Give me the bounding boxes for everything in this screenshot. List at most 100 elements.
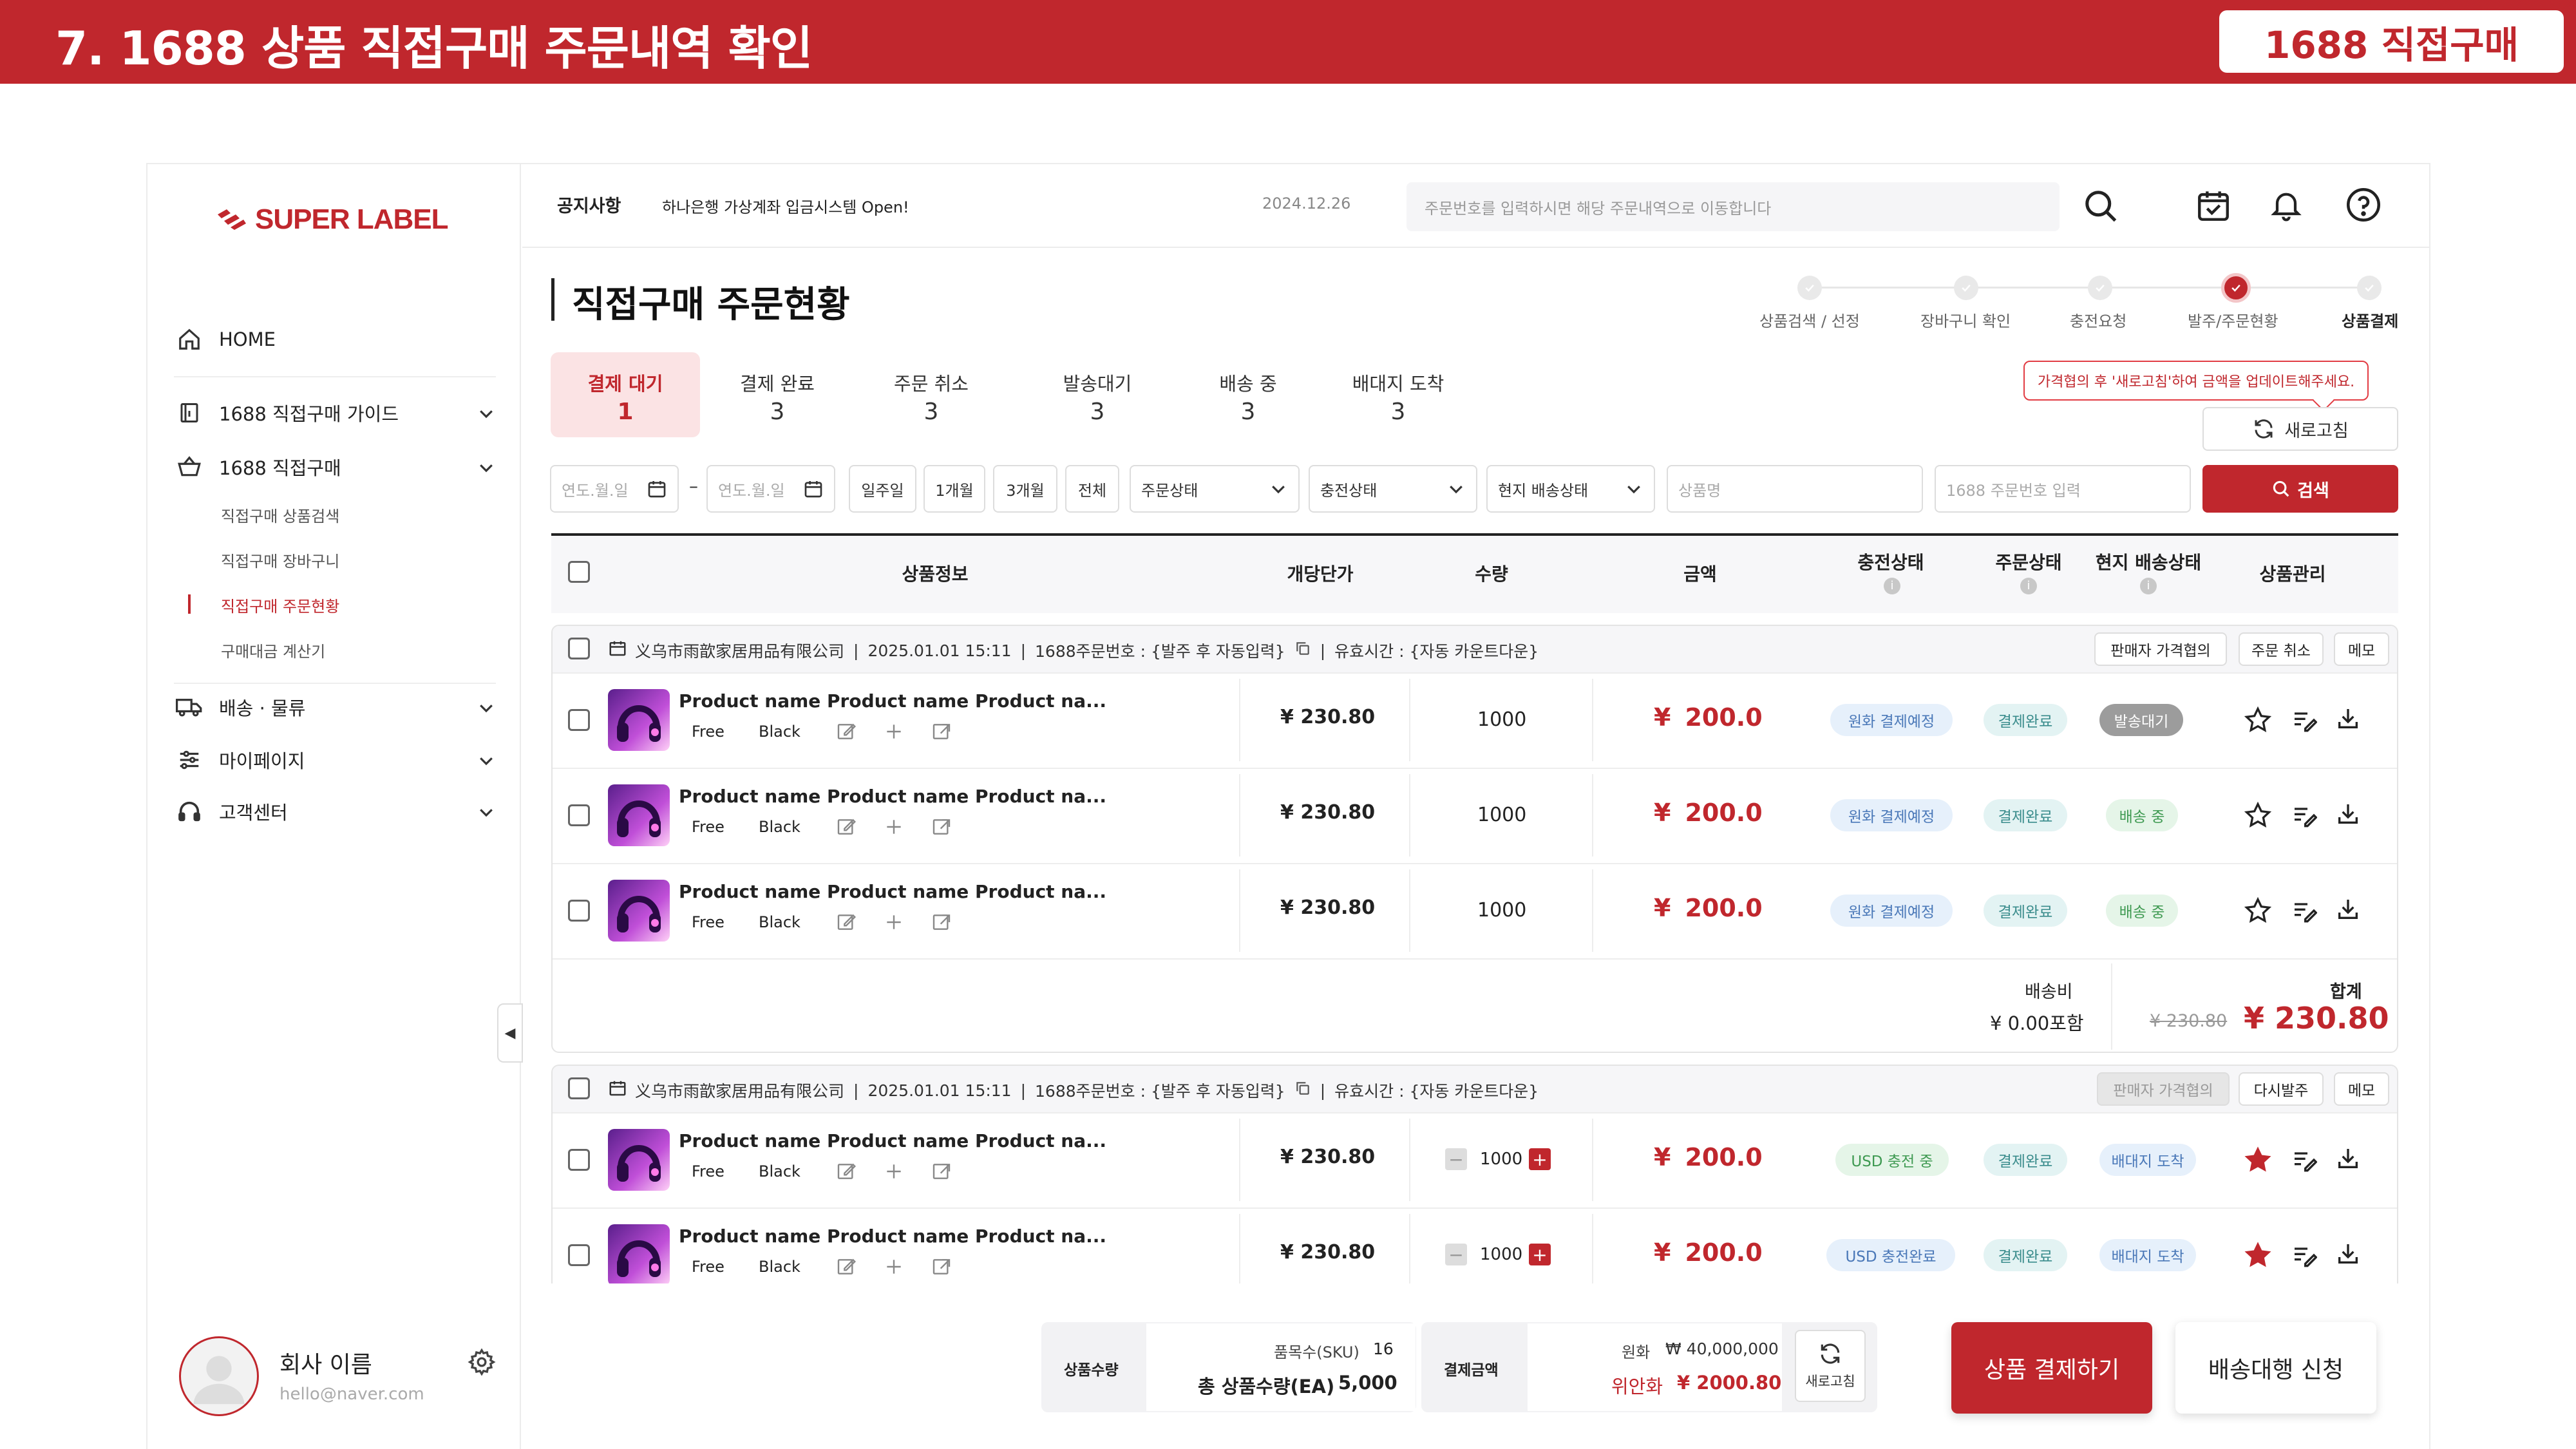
memo-edit-icon[interactable]	[2291, 707, 2318, 735]
star-filled-icon[interactable]	[2244, 1146, 2272, 1177]
star-icon[interactable]	[2244, 801, 2272, 832]
shipping-request-button[interactable]: 배송대행 신청	[2175, 1322, 2376, 1414]
local-shipping-select[interactable]: 현지 배송상태	[1486, 465, 1655, 513]
tab-order-cancel[interactable]: 주문 취소 3	[857, 352, 1006, 437]
tab-payment-pending[interactable]: 결제 대기 1	[551, 352, 700, 437]
product-name[interactable]: Product name Product name Product na...	[679, 786, 1106, 807]
product-thumbnail[interactable]	[608, 1224, 670, 1283]
product-name[interactable]: Product name Product name Product na...	[679, 1226, 1106, 1247]
group-checkbox[interactable]	[568, 638, 590, 659]
supplier-name[interactable]: 义乌市雨歆家居用品有限公司	[635, 1079, 844, 1102]
quantity-decrease-button[interactable]: −	[1445, 1244, 1467, 1265]
download-icon[interactable]	[2335, 896, 2361, 925]
product-name[interactable]: Product name Product name Product na...	[679, 690, 1106, 712]
add-icon[interactable]	[884, 817, 904, 840]
search-icon[interactable]	[2081, 187, 2120, 228]
sidebar-item-guide[interactable]: 1688 직접구매 가이드	[174, 393, 496, 432]
range-1month-button[interactable]: 1개월	[923, 465, 985, 513]
logo[interactable]: SUPER LABEL	[215, 204, 448, 236]
info-icon[interactable]: i	[2140, 578, 2157, 594]
chevron-down-icon[interactable]	[477, 404, 496, 428]
edit-icon[interactable]	[836, 721, 857, 744]
memo-button[interactable]: 메모	[2334, 632, 2389, 666]
sidebar-collapse-button[interactable]: ◀	[497, 1003, 523, 1063]
payment-refresh-button[interactable]: 새로고침	[1795, 1330, 1866, 1402]
refresh-button[interactable]: 새로고침	[2202, 407, 2398, 451]
row-checkbox[interactable]	[568, 709, 590, 731]
download-icon[interactable]	[2335, 1241, 2361, 1269]
product-name[interactable]: Product name Product name Product na...	[679, 1130, 1106, 1151]
reorder-button[interactable]: 다시발주	[2239, 1072, 2324, 1106]
range-all-button[interactable]: 전체	[1065, 465, 1119, 513]
star-filled-icon[interactable]	[2244, 1241, 2272, 1272]
sidebar-subitem-order-status[interactable]: 직접구매 주문현황	[221, 594, 339, 616]
memo-edit-icon[interactable]	[2291, 1147, 2318, 1175]
memo-edit-icon[interactable]	[2291, 1242, 2318, 1271]
external-link-icon[interactable]	[931, 1161, 952, 1184]
chevron-down-icon[interactable]	[477, 698, 496, 722]
sidebar-item-support[interactable]: 고객센터	[174, 792, 496, 831]
sidebar-subitem-calculator[interactable]: 구매대금 계산기	[221, 639, 325, 661]
group-checkbox[interactable]	[568, 1077, 590, 1099]
row-checkbox[interactable]	[568, 1149, 590, 1171]
sidebar-item-mypage[interactable]: 마이페이지	[174, 741, 496, 779]
order-cancel-button[interactable]: 주문 취소	[2239, 632, 2324, 666]
charge-status-select[interactable]: 충전상태	[1309, 465, 1477, 513]
gear-icon[interactable]	[468, 1348, 496, 1379]
download-icon[interactable]	[2335, 801, 2361, 829]
sidebar-subitem-search[interactable]: 직접구매 상품검색	[221, 504, 339, 526]
notice-text[interactable]: 하나은행 가상계좌 입금시스템 Open!	[662, 194, 909, 217]
star-icon[interactable]	[2244, 896, 2272, 927]
edit-icon[interactable]	[836, 1161, 857, 1184]
add-icon[interactable]	[884, 912, 904, 935]
tab-payment-complete[interactable]: 결제 완료 3	[703, 352, 852, 437]
price-negotiation-button[interactable]: 판매자 가격협의	[2094, 632, 2227, 666]
pay-button[interactable]: 상품 결제하기	[1951, 1322, 2152, 1414]
row-checkbox[interactable]	[568, 1244, 590, 1266]
row-checkbox[interactable]	[568, 900, 590, 922]
quantity-stepper-value[interactable]: 1000	[1480, 1150, 1522, 1169]
edit-icon[interactable]	[836, 817, 857, 840]
edit-icon[interactable]	[836, 1256, 857, 1280]
start-date-input[interactable]: 연도.월.일	[550, 465, 679, 513]
sidebar-item-shipping[interactable]: 배송 · 물류	[174, 688, 496, 726]
edit-icon[interactable]	[836, 912, 857, 935]
memo-edit-icon[interactable]	[2291, 802, 2318, 831]
product-thumbnail[interactable]	[608, 784, 670, 846]
product-thumbnail[interactable]	[608, 1129, 670, 1191]
memo-button[interactable]: 메모	[2334, 1072, 2389, 1106]
download-icon[interactable]	[2335, 1146, 2361, 1174]
info-icon[interactable]: i	[2020, 578, 2037, 594]
add-icon[interactable]	[884, 1161, 904, 1184]
product-name[interactable]: Product name Product name Product na...	[679, 881, 1106, 902]
help-icon[interactable]	[2344, 185, 2383, 227]
chevron-down-icon[interactable]	[477, 802, 496, 826]
info-icon[interactable]: i	[1884, 578, 1900, 594]
supplier-name[interactable]: 义乌市雨歆家居用品有限公司	[635, 639, 844, 662]
avatar[interactable]	[179, 1336, 259, 1416]
copy-icon[interactable]	[1294, 640, 1311, 661]
row-checkbox[interactable]	[568, 804, 590, 826]
order-search-input[interactable]: 주문번호를 입력하시면 해당 주문내역으로 이동합니다	[1406, 182, 2060, 231]
external-link-icon[interactable]	[931, 1256, 952, 1280]
external-link-icon[interactable]	[931, 721, 952, 744]
end-date-input[interactable]: 연도.월.일	[706, 465, 835, 513]
download-icon[interactable]	[2335, 706, 2361, 734]
calendar-check-icon[interactable]	[2195, 187, 2232, 227]
tab-shipping-pending[interactable]: 발송대기 3	[1023, 352, 1172, 437]
order-status-select[interactable]: 주문상태	[1130, 465, 1300, 513]
order-number-input[interactable]: 1688 주문번호 입력	[1935, 465, 2191, 513]
product-thumbnail[interactable]	[608, 880, 670, 942]
product-name-input[interactable]: 상품명	[1667, 465, 1923, 513]
add-icon[interactable]	[884, 721, 904, 744]
memo-edit-icon[interactable]	[2291, 898, 2318, 926]
quantity-decrease-button[interactable]: −	[1445, 1148, 1467, 1170]
bell-icon[interactable]	[2268, 185, 2304, 227]
search-button[interactable]: 검색	[2202, 465, 2398, 513]
quantity-increase-button[interactable]: +	[1529, 1244, 1551, 1265]
star-icon[interactable]	[2244, 706, 2272, 737]
sidebar-item-home[interactable]: HOME	[174, 320, 496, 359]
select-all-checkbox[interactable]	[568, 561, 590, 583]
sidebar-item-direct-purchase[interactable]: 1688 직접구매	[174, 448, 496, 486]
sidebar-subitem-cart[interactable]: 직접구매 장바구니	[221, 549, 339, 571]
